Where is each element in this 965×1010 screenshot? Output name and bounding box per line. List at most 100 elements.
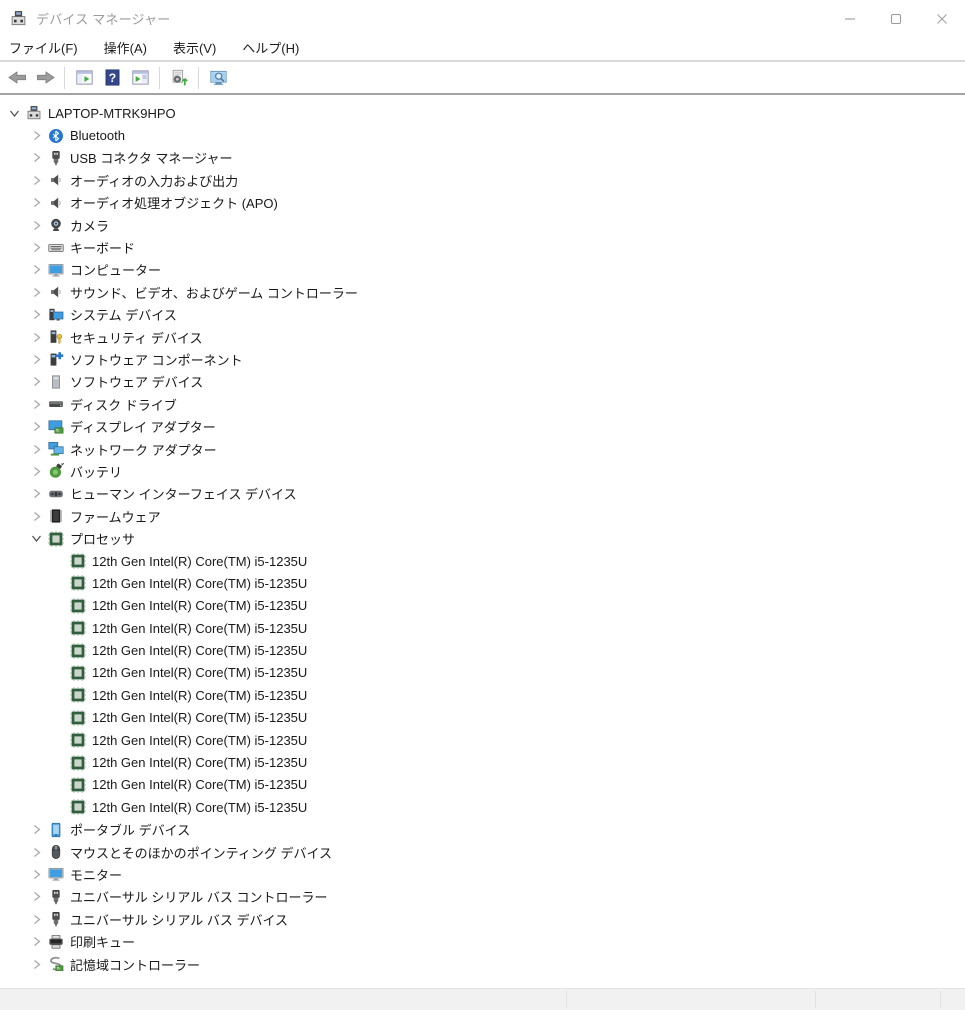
- processor-icon: [68, 573, 88, 593]
- show-hide-console-tree-button[interactable]: [71, 65, 97, 91]
- tree-item[interactable]: コンピューター: [0, 259, 965, 281]
- software-component-icon: [46, 349, 66, 369]
- menu-item-action[interactable]: 操作(A): [91, 35, 160, 62]
- tree-item[interactable]: ユニバーサル シリアル バス デバイス: [0, 908, 965, 930]
- tree-item[interactable]: カメラ: [0, 214, 965, 236]
- chevron-spacer: [48, 618, 68, 638]
- tree-item[interactable]: バッテリ: [0, 460, 965, 482]
- chevron-right-icon[interactable]: [26, 932, 46, 952]
- tree-item[interactable]: 12th Gen Intel(R) Core(TM) i5-1235U: [0, 729, 965, 751]
- chevron-right-icon[interactable]: [26, 887, 46, 907]
- device-tree: LAPTOP-MTRK9HPOBluetoothUSB コネクタ マネージャーオ…: [0, 95, 965, 988]
- tree-item[interactable]: ネットワーク アダプター: [0, 438, 965, 460]
- chevron-right-icon[interactable]: [26, 506, 46, 526]
- chevron-right-icon[interactable]: [26, 215, 46, 235]
- tree-item[interactable]: 12th Gen Intel(R) Core(TM) i5-1235U: [0, 617, 965, 639]
- chevron-right-icon[interactable]: [26, 842, 46, 862]
- search-devices-button[interactable]: [205, 65, 231, 91]
- tree-item[interactable]: 12th Gen Intel(R) Core(TM) i5-1235U: [0, 707, 965, 729]
- tree-item[interactable]: 12th Gen Intel(R) Core(TM) i5-1235U: [0, 595, 965, 617]
- tree-item[interactable]: 12th Gen Intel(R) Core(TM) i5-1235U: [0, 662, 965, 684]
- chevron-right-icon[interactable]: [26, 439, 46, 459]
- scan-hardware-icon: [170, 69, 189, 86]
- tree-item[interactable]: オーディオの入力および出力: [0, 169, 965, 191]
- chevron-right-icon[interactable]: [26, 394, 46, 414]
- tree-item[interactable]: ファームウェア: [0, 505, 965, 527]
- chevron-spacer: [48, 730, 68, 750]
- tree-item[interactable]: USB コネクタ マネージャー: [0, 147, 965, 169]
- menu-item-view[interactable]: 表示(V): [160, 35, 229, 62]
- chevron-right-icon[interactable]: [26, 193, 46, 213]
- chevron-right-icon[interactable]: [26, 864, 46, 884]
- tree-item[interactable]: オーディオ処理オブジェクト (APO): [0, 192, 965, 214]
- tree-item[interactable]: 12th Gen Intel(R) Core(TM) i5-1235U: [0, 774, 965, 796]
- menu-item-help[interactable]: ヘルプ(H): [229, 35, 312, 62]
- tree-item[interactable]: 12th Gen Intel(R) Core(TM) i5-1235U: [0, 796, 965, 818]
- show-hide-action-pane-button[interactable]: [127, 65, 153, 91]
- forward-button[interactable]: [32, 65, 58, 91]
- tree-item[interactable]: ディスク ドライブ: [0, 393, 965, 415]
- chevron-right-icon[interactable]: [26, 305, 46, 325]
- tree-item[interactable]: プロセッサ: [0, 527, 965, 549]
- scan-for-hardware-changes-button[interactable]: [166, 65, 192, 91]
- processor-icon: [68, 551, 88, 571]
- tree-item[interactable]: Bluetooth: [0, 124, 965, 146]
- chevron-right-icon[interactable]: [26, 126, 46, 146]
- statusbar-separator: [940, 991, 941, 1008]
- chevron-right-icon[interactable]: [26, 461, 46, 481]
- tree-item[interactable]: マウスとそのほかのポインティング デバイス: [0, 841, 965, 863]
- back-button[interactable]: [4, 65, 30, 91]
- close-button[interactable]: [919, 0, 965, 37]
- chevron-right-icon[interactable]: [26, 282, 46, 302]
- tree-item[interactable]: LAPTOP-MTRK9HPO: [0, 102, 965, 124]
- tree-item-label: 12th Gen Intel(R) Core(TM) i5-1235U: [92, 665, 307, 680]
- portable-device-icon: [46, 820, 66, 840]
- chevron-right-icon[interactable]: [26, 148, 46, 168]
- statusbar-separator: [566, 991, 567, 1008]
- chevron-right-icon[interactable]: [26, 820, 46, 840]
- minimize-button[interactable]: [827, 0, 873, 37]
- tree-item[interactable]: モニター: [0, 863, 965, 885]
- tree-item-label: バッテリ: [70, 462, 122, 481]
- tree-item[interactable]: セキュリティ デバイス: [0, 326, 965, 348]
- storage-controller-icon: [46, 954, 66, 974]
- tree-item[interactable]: ディスプレイ アダプター: [0, 415, 965, 437]
- chevron-right-icon[interactable]: [26, 349, 46, 369]
- tree-item[interactable]: キーボード: [0, 236, 965, 258]
- chevron-right-icon[interactable]: [26, 484, 46, 504]
- tree-item[interactable]: 12th Gen Intel(R) Core(TM) i5-1235U: [0, 572, 965, 594]
- tree-item-label: 12th Gen Intel(R) Core(TM) i5-1235U: [92, 576, 307, 591]
- tree-item[interactable]: ソフトウェア コンポーネント: [0, 348, 965, 370]
- tree-item[interactable]: ユニバーサル シリアル バス コントローラー: [0, 886, 965, 908]
- minimize-icon: [844, 13, 856, 25]
- chevron-right-icon[interactable]: [26, 260, 46, 280]
- help-button[interactable]: ?: [99, 65, 125, 91]
- tree-item[interactable]: 12th Gen Intel(R) Core(TM) i5-1235U: [0, 550, 965, 572]
- tree-item[interactable]: ポータブル デバイス: [0, 819, 965, 841]
- chevron-right-icon[interactable]: [26, 238, 46, 258]
- chevron-right-icon[interactable]: [26, 909, 46, 929]
- chevron-right-icon[interactable]: [26, 372, 46, 392]
- tree-item[interactable]: ソフトウェア デバイス: [0, 371, 965, 393]
- tree-item[interactable]: 12th Gen Intel(R) Core(TM) i5-1235U: [0, 639, 965, 661]
- tree-item[interactable]: 12th Gen Intel(R) Core(TM) i5-1235U: [0, 684, 965, 706]
- chevron-right-icon[interactable]: [26, 327, 46, 347]
- tree-item-label: 12th Gen Intel(R) Core(TM) i5-1235U: [92, 688, 307, 703]
- chevron-down-icon[interactable]: [4, 103, 24, 123]
- tree-item[interactable]: サウンド、ビデオ、およびゲーム コントローラー: [0, 281, 965, 303]
- tree-item[interactable]: 12th Gen Intel(R) Core(TM) i5-1235U: [0, 751, 965, 773]
- tree-item[interactable]: 記憶域コントローラー: [0, 953, 965, 975]
- tree-item-label: マウスとそのほかのポインティング デバイス: [70, 843, 332, 862]
- menu-item-file[interactable]: ファイル(F): [9, 35, 91, 62]
- tree-item[interactable]: ヒューマン インターフェイス デバイス: [0, 483, 965, 505]
- tree-item[interactable]: システム デバイス: [0, 304, 965, 326]
- chevron-right-icon[interactable]: [26, 170, 46, 190]
- device-manager-window: デバイス マネージャー ファイル(F)操作(A)表示(V)ヘルプ(H) ? LA…: [0, 0, 965, 1010]
- chevron-right-icon[interactable]: [26, 954, 46, 974]
- chevron-down-icon[interactable]: [26, 529, 46, 549]
- chevron-right-icon[interactable]: [26, 417, 46, 437]
- tree-item[interactable]: 印刷キュー: [0, 930, 965, 952]
- processor-icon: [68, 797, 88, 817]
- maximize-button[interactable]: [873, 0, 919, 37]
- titlebar[interactable]: デバイス マネージャー: [0, 0, 965, 37]
